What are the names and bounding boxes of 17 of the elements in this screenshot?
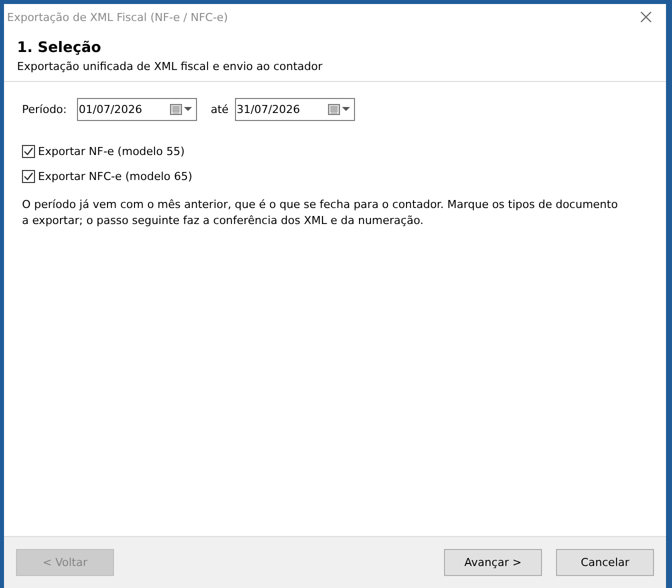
- date-field[interactable]: 31/07/2026: [234, 98, 355, 121]
- close-icon: [640, 11, 652, 23]
- date-field[interactable]: 01/07/2026: [76, 98, 197, 121]
- next-button[interactable]: Avançar >: [444, 549, 542, 576]
- step-title: 1. Seleção: [17, 40, 102, 56]
- calendar-dropdown-icon[interactable]: [170, 104, 192, 115]
- checkbox[interactable]: [22, 145, 35, 158]
- checkbox-label: Exportar NF-e (modelo 55): [38, 145, 185, 158]
- period-label: Período:: [22, 103, 67, 116]
- step-subtitle: Exportação unificada de XML fiscal e envio ao contador: [17, 60, 324, 73]
- cancel-button[interactable]: Cancelar: [556, 549, 654, 576]
- window-title: Exportação de XML Fiscal (NF-e / NFC-e): [7, 10, 228, 24]
- until-label: até: [210, 103, 229, 116]
- info-text: O período já vem com o mês anterior, que é o que se fecha para o contador. Marque os tipos de documento a exportar; o passo seguinte faz a conferência dos XML e da numeração.: [22, 197, 619, 229]
- calendar-dropdown-icon[interactable]: [328, 104, 350, 115]
- checkbox[interactable]: [22, 170, 35, 183]
- checkbox-label: Exportar NFC-e (modelo 65): [38, 170, 192, 183]
